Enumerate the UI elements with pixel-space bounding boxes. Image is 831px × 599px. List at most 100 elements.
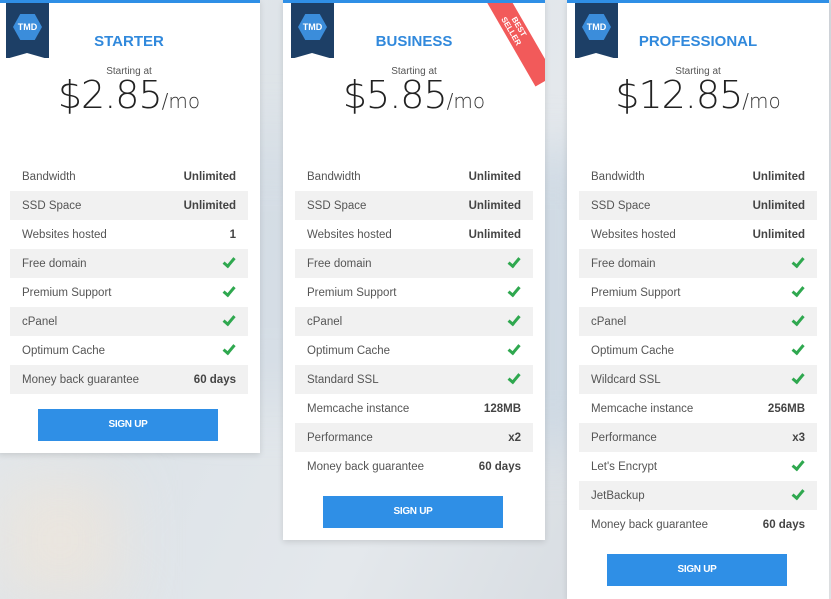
feature-value: Unlimited bbox=[468, 170, 521, 183]
checkmark-icon bbox=[222, 283, 236, 298]
feature-value: x3 bbox=[792, 431, 805, 444]
feature-row: Performance x3 bbox=[579, 423, 817, 452]
feature-value: Unlimited bbox=[183, 170, 236, 183]
feature-value: 60 days bbox=[478, 460, 521, 473]
feature-row: Money back guarantee 60 days bbox=[295, 452, 533, 481]
feature-label: Performance bbox=[591, 431, 657, 444]
feature-row: Free domain bbox=[295, 249, 533, 278]
feature-label: Let's Encrypt bbox=[591, 460, 658, 473]
checkmark-icon bbox=[791, 283, 805, 298]
feature-row: Premium Support bbox=[10, 278, 248, 307]
feature-value: Unlimited bbox=[752, 228, 805, 241]
feature-label: Memcache instance bbox=[307, 402, 410, 415]
feature-row: Bandwidth Unlimited bbox=[579, 162, 817, 191]
feature-row: JetBackup bbox=[579, 481, 817, 510]
feature-row: Free domain bbox=[10, 249, 248, 278]
plan-card-starter: TMD STARTER Starting at $2.85/mo Bandwid… bbox=[0, 0, 260, 453]
checkmark-icon bbox=[222, 312, 236, 327]
price-amount: $5.85 bbox=[342, 73, 448, 117]
feature-list: Bandwidth Unlimited SSD Space Unlimited Webs… bbox=[295, 162, 533, 481]
feature-row: SSD Space Unlimited bbox=[579, 191, 817, 220]
checkmark-icon bbox=[222, 341, 236, 356]
feature-row: Let's Encrypt bbox=[579, 452, 817, 481]
plan-price: $12.85/mo bbox=[567, 73, 829, 119]
feature-label: Websites hosted bbox=[22, 228, 107, 241]
feature-label: SSD Space bbox=[22, 199, 82, 212]
feature-row: Memcache instance 128MB bbox=[295, 394, 533, 423]
checkmark-icon bbox=[507, 283, 521, 298]
plan-card-professional: TMD PROFESSIONAL Starting at $12.85/mo B… bbox=[567, 0, 829, 599]
checkmark-icon bbox=[507, 341, 521, 356]
plan-title: BUSINESS bbox=[375, 33, 453, 50]
feature-row: Money back guarantee 60 days bbox=[10, 365, 248, 394]
plan-price: $2.85/mo bbox=[0, 73, 260, 119]
feature-label: Websites hosted bbox=[307, 228, 392, 241]
feature-value: 256MB bbox=[767, 402, 805, 415]
feature-label: Free domain bbox=[591, 257, 656, 270]
feature-row: Websites hosted Unlimited bbox=[295, 220, 533, 249]
feature-label: Bandwidth bbox=[307, 170, 361, 183]
feature-row: Free domain bbox=[579, 249, 817, 278]
feature-label: SSD Space bbox=[591, 199, 651, 212]
signup-button[interactable]: SIGN UP bbox=[323, 496, 503, 528]
price-amount: $2.85 bbox=[57, 73, 163, 117]
checkmark-icon bbox=[791, 486, 805, 501]
plan-title: STARTER bbox=[94, 33, 164, 50]
feature-value: Unlimited bbox=[468, 228, 521, 241]
feature-row: Performance x2 bbox=[295, 423, 533, 452]
feature-row: Websites hosted Unlimited bbox=[579, 220, 817, 249]
feature-label: Premium Support bbox=[22, 286, 112, 299]
feature-value: 128MB bbox=[483, 402, 521, 415]
price-amount: $12.85 bbox=[615, 73, 743, 117]
feature-row: Premium Support bbox=[295, 278, 533, 307]
feature-label: Money back guarantee bbox=[22, 373, 139, 386]
feature-label: Performance bbox=[307, 431, 373, 444]
feature-value: Unlimited bbox=[752, 170, 805, 183]
feature-row: Optimum Cache bbox=[579, 336, 817, 365]
feature-row: cPanel bbox=[579, 307, 817, 336]
feature-value: Unlimited bbox=[183, 199, 236, 212]
feature-row: Wildcard SSL bbox=[579, 365, 817, 394]
feature-list: Bandwidth Unlimited SSD Space Unlimited Webs… bbox=[10, 162, 248, 394]
plan-price: $5.85/mo bbox=[283, 73, 545, 119]
feature-row: SSD Space Unlimited bbox=[295, 191, 533, 220]
feature-label: Standard SSL bbox=[307, 373, 379, 386]
feature-label: Memcache instance bbox=[591, 402, 694, 415]
plan-card-business: TMD BEST SELLER BUSINESS Starting at $5.… bbox=[283, 0, 545, 540]
checkmark-icon bbox=[507, 370, 521, 385]
feature-label: Wildcard SSL bbox=[591, 373, 661, 386]
feature-row: SSD Space Unlimited bbox=[10, 191, 248, 220]
feature-label: cPanel bbox=[591, 315, 627, 328]
feature-value: Unlimited bbox=[752, 199, 805, 212]
price-period: /mo bbox=[446, 89, 486, 113]
signup-button[interactable]: SIGN UP bbox=[607, 554, 787, 586]
feature-label: Optimum Cache bbox=[591, 344, 675, 357]
feature-label: Optimum Cache bbox=[307, 344, 391, 357]
signup-button[interactable]: SIGN UP bbox=[38, 409, 218, 441]
feature-row: cPanel bbox=[10, 307, 248, 336]
feature-row: Premium Support bbox=[579, 278, 817, 307]
feature-label: cPanel bbox=[307, 315, 343, 328]
feature-row: cPanel bbox=[295, 307, 533, 336]
checkmark-icon bbox=[507, 254, 521, 269]
feature-row: Optimum Cache bbox=[10, 336, 248, 365]
feature-label: cPanel bbox=[22, 315, 58, 328]
feature-row: Websites hosted 1 bbox=[10, 220, 248, 249]
feature-row: Bandwidth Unlimited bbox=[295, 162, 533, 191]
feature-row: Bandwidth Unlimited bbox=[10, 162, 248, 191]
feature-label: Premium Support bbox=[591, 286, 681, 299]
feature-value: 1 bbox=[229, 228, 236, 241]
checkmark-icon bbox=[791, 370, 805, 385]
feature-label: JetBackup bbox=[591, 489, 645, 502]
feature-label: Bandwidth bbox=[591, 170, 645, 183]
price-period: /mo bbox=[161, 89, 201, 113]
feature-value: 60 days bbox=[193, 373, 236, 386]
feature-row: Standard SSL bbox=[295, 365, 533, 394]
feature-label: Websites hosted bbox=[591, 228, 676, 241]
feature-label: Optimum Cache bbox=[22, 344, 106, 357]
feature-value: 60 days bbox=[762, 518, 805, 531]
background-blur bbox=[0, 480, 120, 599]
feature-label: Free domain bbox=[307, 257, 372, 270]
feature-label: Money back guarantee bbox=[307, 460, 424, 473]
feature-label: Bandwidth bbox=[22, 170, 76, 183]
